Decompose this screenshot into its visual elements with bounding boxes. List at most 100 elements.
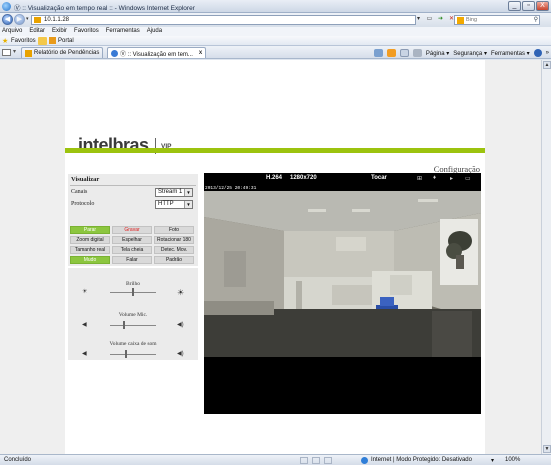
stop-button[interactable]: Parar (70, 226, 110, 234)
digital-zoom-button[interactable]: Zoom digital (70, 236, 110, 244)
add-favorite-icon[interactable] (38, 37, 47, 45)
brightness-slider-handle[interactable] (132, 288, 134, 296)
search-box[interactable]: ⚲ (454, 15, 540, 25)
mic-volume-low-icon: ◀ (82, 322, 87, 328)
mic-volume-high-icon: ◀) (177, 322, 184, 328)
mirror-button[interactable]: Espelhar (112, 236, 152, 244)
tab-page-icon (111, 49, 118, 57)
compatibility-view-icon[interactable]: ▭ (425, 15, 434, 24)
view-controls-panel: Visualizar Canais Stream 1 ▼ Protocolo H… (68, 174, 198, 266)
tab-visualizacao[interactable]: Ⓥ :: Visualização em tem... x (107, 47, 207, 58)
favorites-star-icon[interactable]: ★ (2, 37, 8, 45)
motion-detection-button[interactable]: Detec. Mov. (154, 246, 194, 254)
tab-label: Ⓥ :: Visualização em tem... (120, 51, 193, 58)
mic-volume-label: Volume Mic. (118, 312, 148, 318)
back-button[interactable]: ◀ (2, 14, 13, 25)
favorite-portal-link[interactable]: Portal (58, 38, 74, 44)
maximize-button[interactable]: ▫ (522, 1, 535, 11)
ie-logo-icon (2, 2, 11, 11)
camera-scene-image (204, 191, 481, 357)
command-bar: Página ▾ Segurança ▾ Ferramentas ▾ » (373, 49, 549, 57)
window-titlebar: Ⓥ :: Visualização em tempo real :: - Win… (0, 0, 551, 13)
zoom-level[interactable]: 100% (505, 457, 520, 463)
ptz-icon[interactable]: ⊞ (417, 175, 422, 182)
browser-viewport: intelbras VIP Configuração Visualizar Ca… (0, 60, 541, 454)
protocol-label: Protocolo (71, 201, 95, 207)
more-commands[interactable]: » (546, 50, 549, 56)
url-text: 10.1.1.28 (44, 17, 70, 23)
channel-select[interactable]: Stream 1 ▼ (155, 188, 193, 197)
page-menu[interactable]: Página ▾ (426, 50, 449, 57)
help-icon[interactable] (533, 49, 542, 57)
home-icon[interactable] (373, 49, 383, 57)
menu-exibir[interactable]: Exibir (52, 27, 67, 36)
default-button[interactable]: Padrão (154, 256, 194, 264)
snapshot-button[interactable]: Foto (154, 226, 194, 234)
speaker-volume-high-icon: ◀) (177, 351, 184, 357)
video-resolution: 1280x720 (290, 175, 317, 181)
scroll-up-icon[interactable]: ▲ (543, 61, 551, 69)
url-tools: ▾ ▭ ➜ ✕ (414, 15, 456, 24)
security-menu[interactable]: Segurança ▾ (453, 50, 487, 57)
menu-ajuda[interactable]: Ajuda (147, 27, 162, 36)
protocol-select[interactable]: HTTP ▼ (155, 200, 193, 209)
tab-relatorio[interactable]: Relatório de Pendências (21, 47, 104, 58)
channel-value: Stream 1 (158, 189, 183, 195)
tab-close-icon[interactable]: x (199, 50, 202, 56)
menu-favoritos[interactable]: Favoritos (74, 27, 99, 36)
minimize-button[interactable]: _ (508, 1, 521, 11)
go-icon[interactable]: ➜ (436, 15, 445, 24)
mic-volume-slider-handle[interactable] (122, 321, 125, 329)
vertical-scrollbar[interactable]: ▲ ▼ (541, 60, 551, 454)
favorites-button[interactable]: Favoritos (11, 38, 36, 44)
protocol-value: HTTP (158, 201, 174, 207)
panel-divider (70, 185, 196, 186)
speaker-volume-slider-handle[interactable] (125, 350, 128, 358)
real-size-button[interactable]: Tamanho real (70, 246, 110, 254)
mute-button[interactable]: Mudo (70, 256, 110, 264)
speaker-volume-low-icon: ◀ (82, 351, 87, 357)
url-field[interactable]: 10.1.1.28 (31, 15, 416, 25)
speaker-volume-slider[interactable] (110, 350, 156, 358)
fullscreen-button[interactable]: Tela cheia (112, 246, 152, 254)
camera-web-page: intelbras VIP Configuração Visualizar Ca… (65, 60, 485, 454)
search-icon[interactable]: ⚲ (534, 16, 538, 23)
forward-button[interactable]: ▶ (14, 14, 25, 25)
speaker-icon[interactable]: ▸ (450, 175, 453, 182)
print-icon[interactable] (412, 49, 422, 57)
mic-volume-slider[interactable] (110, 321, 156, 329)
scroll-down-icon[interactable]: ▼ (543, 445, 551, 453)
zoom-dropdown-icon[interactable]: ▾ (491, 457, 494, 464)
speaker-volume-label: Volume caixa de som (109, 341, 157, 347)
address-dropdown-icon[interactable]: ▾ (414, 15, 423, 24)
tab-bar: ▾ Relatório de Pendências Ⓥ :: Visualiza… (0, 46, 551, 59)
live-video-player[interactable]: H.264 1280x720 Tocar ⊞ ♦ ▸ ▭ 2013/12/25 … (204, 173, 481, 414)
status-pane-icon (312, 457, 320, 464)
tab-list-icon[interactable]: ▾ (13, 48, 16, 55)
feeds-icon[interactable] (386, 49, 396, 57)
window-title: Ⓥ :: Visualização em tempo real :: - Win… (14, 5, 195, 12)
favorites-bar: ★ Favoritos Portal (0, 36, 551, 46)
search-input[interactable] (466, 16, 526, 24)
play-button[interactable]: Tocar (371, 175, 387, 181)
menu-arquivo[interactable]: Arquivo (2, 27, 22, 36)
tools-menu[interactable]: Ferramentas ▾ (491, 50, 530, 57)
menu-ferramentas[interactable]: Ferramentas (106, 27, 140, 36)
microphone-icon[interactable]: ♦ (433, 175, 436, 181)
mail-icon[interactable] (399, 49, 409, 57)
security-zone[interactable]: Internet | Modo Protegido: Desativado (371, 457, 472, 463)
window-icon[interactable]: ▭ (465, 175, 471, 182)
address-bar: ◀ ▶ ▾ 10.1.1.28 ▾ ▭ ➜ ✕ ⚲ (0, 13, 551, 27)
quick-tabs-icon[interactable] (2, 49, 11, 56)
status-bar: Concluído Internet | Modo Protegido: Des… (0, 454, 551, 465)
header-accent-bar (65, 148, 485, 153)
menu-editar[interactable]: Editar (29, 27, 45, 36)
rotate-180-button[interactable]: Rotacionar 180 (154, 236, 194, 244)
menu-bar: Arquivo Editar Exibir Favoritos Ferramen… (0, 27, 551, 36)
recent-pages-dropdown[interactable]: ▾ (26, 16, 29, 22)
talk-button[interactable]: Falar (112, 256, 152, 264)
brightness-slider[interactable] (110, 288, 156, 296)
close-button[interactable]: X (536, 1, 549, 11)
chevron-down-icon: ▼ (184, 189, 192, 196)
record-button[interactable]: Gravar (112, 226, 152, 234)
